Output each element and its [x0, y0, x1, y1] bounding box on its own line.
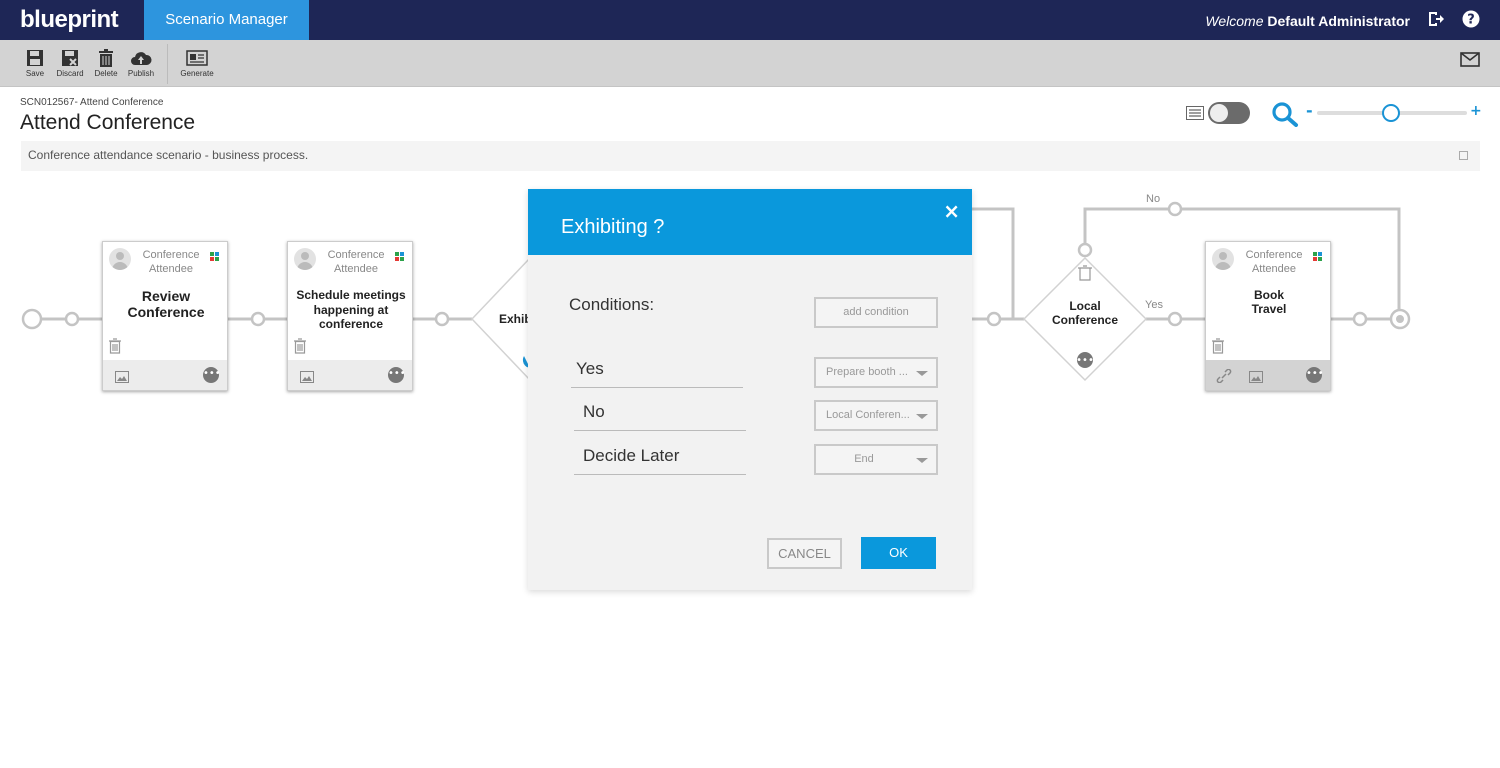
conditions-label: Conditions:	[569, 295, 655, 314]
page-title: Attend Conference	[20, 111, 196, 134]
blueprint-logo[interactable]: blueprint	[20, 6, 119, 34]
zoom-slider-handle[interactable]	[1382, 104, 1400, 122]
mail-icon[interactable]	[1460, 52, 1480, 71]
task-name: Book Travel	[1251, 288, 1287, 316]
discard-label: Discard	[56, 69, 84, 78]
avatar	[294, 248, 316, 270]
image-icon[interactable]	[1249, 368, 1263, 387]
condition-target-select-decide-later[interactable]: End	[814, 444, 938, 475]
zoom-out-button[interactable]: -	[1306, 101, 1313, 120]
toolbar-separator	[167, 44, 168, 84]
condition-label: Decide Later	[583, 446, 680, 465]
help-icon[interactable]: ?	[1462, 10, 1480, 32]
delete-button[interactable]: Delete	[86, 49, 126, 78]
toggle-knob	[1210, 104, 1228, 122]
decision-label-local-conference[interactable]: Local Conference	[1040, 299, 1130, 327]
condition-input-yes[interactable]: Yes	[571, 355, 743, 388]
chevron-down-icon	[916, 458, 928, 463]
chevron-down-icon	[916, 414, 928, 419]
logout-icon[interactable]	[1427, 10, 1445, 32]
task-name: Review Conference	[127, 288, 205, 320]
status-flag-icon	[210, 252, 219, 261]
save-label: Save	[25, 69, 45, 78]
actor-label: Conference Attendee	[1245, 249, 1303, 275]
view-toggle[interactable]	[1208, 102, 1250, 124]
task-card-book-travel[interactable]: Conference Attendee Book Travel •••	[1205, 241, 1331, 391]
actor-label: Conference Attendee	[327, 249, 385, 275]
image-icon[interactable]	[300, 368, 314, 387]
generate-button[interactable]: Generate	[177, 49, 217, 78]
breadcrumb: SCN012567- Attend Conference	[20, 97, 164, 108]
discard-button[interactable]: Discard	[50, 49, 90, 78]
select-value: Prepare booth ...	[826, 366, 908, 378]
trash-icon[interactable]	[108, 338, 122, 358]
svg-text:•••: •••	[1076, 355, 1094, 366]
task-card-schedule-meetings[interactable]: Conference Attendee Schedule meetings ha…	[287, 241, 413, 391]
top-bar: blueprint Scenario Manager Welcome Defau…	[0, 0, 1500, 40]
card-footer: •••	[103, 360, 227, 390]
condition-label: Yes	[576, 359, 604, 378]
select-value: End	[854, 453, 874, 465]
select-value: Local Conferen...	[826, 409, 910, 421]
save-button[interactable]: Save	[15, 49, 55, 78]
condition-label: No	[583, 402, 605, 421]
avatar	[109, 248, 131, 270]
list-view-icon[interactable]	[1186, 105, 1204, 124]
modal-title: Exhibiting ?	[561, 216, 665, 238]
tab-scenario-manager[interactable]: Scenario Manager	[144, 0, 309, 40]
description-bar: Conference attendance scenario - busines…	[21, 141, 1480, 171]
task-card-review-conference[interactable]: Conference Attendee Review Conference ••…	[102, 241, 228, 391]
card-footer: •••	[288, 360, 412, 390]
cloud-upload-icon	[131, 52, 152, 65]
close-icon[interactable]: ×	[943, 199, 960, 223]
status-flag-icon	[1313, 252, 1322, 261]
description-text[interactable]: Conference attendance scenario - busines…	[28, 148, 308, 162]
save-icon	[27, 50, 43, 66]
condition-target-select-yes[interactable]: Prepare booth ...	[814, 357, 938, 388]
toolbar: Save Discard Delete Publish Generate	[0, 40, 1500, 87]
condition-target-select-no[interactable]: Local Conferen...	[814, 400, 938, 431]
card-footer: •••	[1206, 360, 1330, 390]
decision-modal: Exhibiting ? × Conditions: add condition…	[528, 189, 972, 590]
chevron-down-icon	[916, 371, 928, 376]
add-condition-button[interactable]: add condition	[814, 297, 938, 328]
status-flag-icon	[395, 252, 404, 261]
edge-label-yes: Yes	[1145, 299, 1163, 311]
more-options-icon[interactable]: •••	[388, 367, 406, 383]
generate-label: Generate	[180, 69, 214, 78]
delete-label: Delete	[94, 69, 118, 78]
task-name: Schedule meetings happening at conferenc…	[296, 288, 406, 331]
trash-icon[interactable]	[293, 338, 307, 358]
expand-description-icon[interactable]	[1459, 151, 1468, 160]
publish-label: Publish	[127, 69, 155, 78]
ok-button[interactable]: OK	[861, 537, 936, 569]
avatar	[1212, 248, 1234, 270]
more-options-icon[interactable]: •••	[203, 367, 221, 383]
more-options-icon[interactable]: •••	[1306, 367, 1324, 383]
condition-input-no[interactable]: No	[574, 398, 746, 431]
trash-icon	[99, 49, 113, 67]
zoom-in-button[interactable]: +	[1470, 103, 1482, 119]
publish-button[interactable]: Publish	[121, 49, 161, 78]
actor-label: Conference Attendee	[142, 249, 200, 275]
condition-input-decide-later[interactable]: Decide Later	[574, 442, 746, 475]
cancel-button[interactable]: CANCEL	[767, 538, 842, 569]
image-icon[interactable]	[115, 368, 129, 387]
generate-icon	[186, 50, 208, 66]
welcome-text: Welcome Default Administrator	[1205, 13, 1410, 29]
welcome-prefix: Welcome	[1205, 13, 1264, 29]
link-icon[interactable]	[1216, 368, 1232, 387]
trash-icon[interactable]	[1211, 338, 1225, 358]
modal-header: Exhibiting ? ×	[528, 189, 972, 255]
discard-icon	[62, 50, 78, 66]
svg-text:?: ?	[1467, 13, 1475, 28]
edge-label-no: No	[1146, 193, 1161, 205]
user-name: Default Administrator	[1267, 13, 1410, 29]
search-icon[interactable]	[1271, 101, 1299, 131]
